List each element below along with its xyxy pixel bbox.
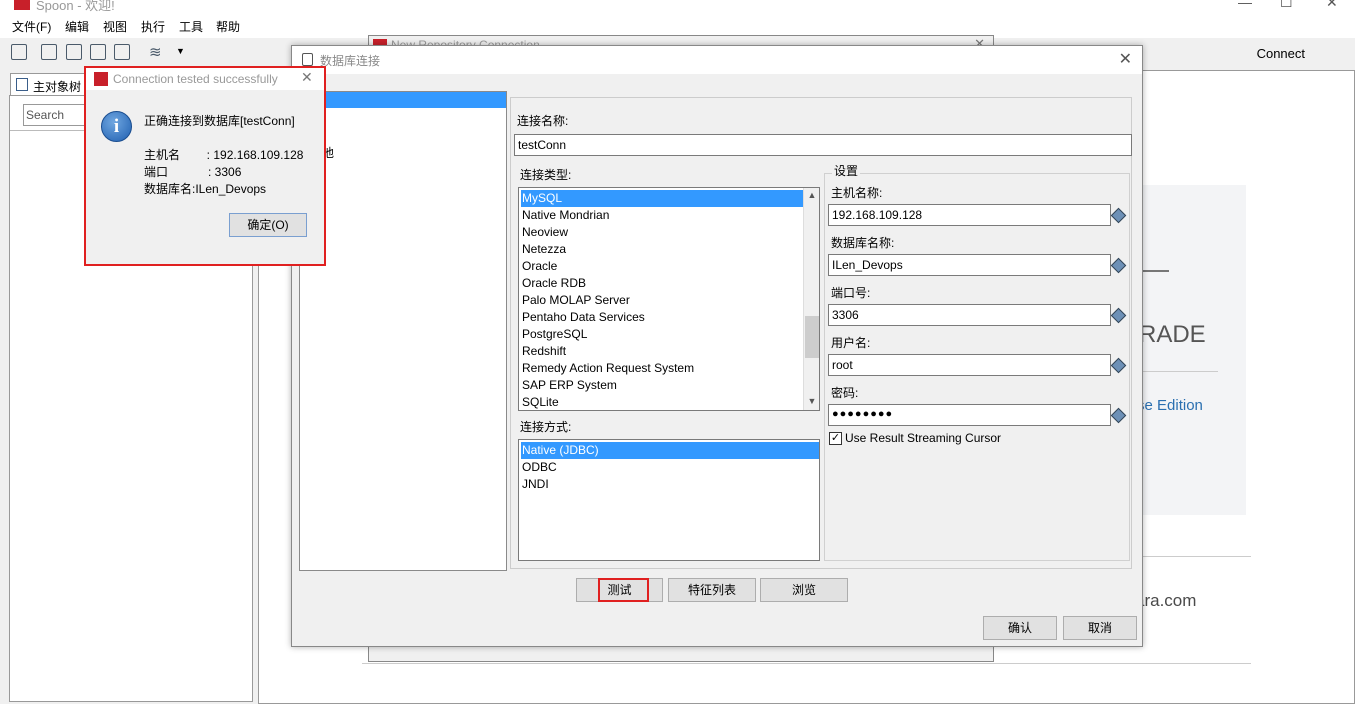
- layers-icon[interactable]: ≋: [149, 43, 162, 61]
- spoon-app-icon: [14, 0, 30, 10]
- maximize-icon[interactable]: ☐: [1280, 0, 1293, 11]
- app-title: Spoon - 欢迎!: [36, 0, 115, 13]
- list-item[interactable]: MySQL: [521, 190, 803, 207]
- dbname-input[interactable]: ILen_Devops: [828, 254, 1111, 276]
- user-input[interactable]: root: [828, 354, 1111, 376]
- explore-button[interactable]: 浏览: [760, 578, 848, 602]
- menu-help[interactable]: 帮助: [216, 18, 240, 35]
- password-label: 密码:: [831, 386, 859, 400]
- connect-button[interactable]: Connect: [1257, 46, 1305, 61]
- database-icon: [302, 53, 313, 66]
- user-label: 用户名:: [831, 336, 871, 350]
- app-titlebar: Spoon - 欢迎! — ☐ ✕: [0, 0, 1355, 16]
- divider: [362, 663, 1251, 664]
- list-item[interactable]: Native Mondrian: [522, 207, 609, 224]
- explore-repo-icon[interactable]: [66, 44, 82, 60]
- highlight-box: [84, 66, 326, 266]
- menu-edit[interactable]: 编辑: [65, 18, 89, 35]
- list-item[interactable]: Redshift: [522, 343, 566, 360]
- conn-name-input[interactable]: testConn: [514, 134, 1132, 156]
- streaming-label: Use Result Streaming Cursor: [845, 431, 1002, 445]
- menu-tools[interactable]: 工具: [179, 18, 203, 35]
- cancel-button[interactable]: 取消: [1063, 616, 1137, 640]
- welcome-upgrade-text: RADE: [1139, 321, 1206, 348]
- tab-label: 主对象树: [33, 80, 82, 94]
- conn-name-label: 连接名称:: [517, 114, 569, 128]
- host-input[interactable]: 192.168.109.128: [828, 204, 1111, 226]
- tab-main-object-tree[interactable]: 主对象树: [10, 73, 90, 95]
- chevron-down-icon[interactable]: ▼: [176, 46, 185, 56]
- menu-run[interactable]: 执行: [141, 18, 165, 35]
- minimize-icon[interactable]: —: [1238, 0, 1252, 10]
- save-as-icon[interactable]: [114, 44, 130, 60]
- scrollbar[interactable]: ▲ ▼: [803, 188, 819, 410]
- list-item[interactable]: Palo MOLAP Server: [522, 292, 630, 309]
- list-item[interactable]: Netezza: [522, 241, 566, 258]
- welcome-site-link[interactable]: ara.com: [1135, 591, 1196, 611]
- streaming-checkbox[interactable]: ✓: [829, 432, 842, 445]
- password-input[interactable]: ●●●●●●●●: [828, 404, 1111, 426]
- chevron-up-icon[interactable]: ▲: [804, 190, 819, 200]
- scrollbar-thumb[interactable]: [805, 316, 819, 358]
- close-icon[interactable]: ✕: [1326, 0, 1338, 11]
- list-item[interactable]: Pentaho Data Services: [522, 309, 645, 326]
- conn-type-label: 连接类型:: [520, 168, 572, 182]
- dialog-title: 数据库连接: [320, 54, 381, 68]
- dialog-titlebar: 数据库连接 ✕: [292, 46, 1142, 74]
- list-item[interactable]: PostgreSQL: [522, 326, 587, 343]
- connection-category-list[interactable]: [299, 91, 507, 571]
- list-item[interactable]: Native (JDBC): [521, 442, 819, 459]
- tree-icon: [16, 78, 28, 91]
- list-item[interactable]: Remedy Action Request System: [522, 360, 694, 377]
- list-item[interactable]: SQLite: [522, 394, 559, 410]
- list-item[interactable]: ODBC: [522, 459, 557, 476]
- dbname-label: 数据库名称:: [831, 236, 895, 250]
- ok-button[interactable]: 确认: [983, 616, 1057, 640]
- chevron-down-icon[interactable]: ▼: [804, 396, 819, 406]
- menu-file[interactable]: 文件(F): [12, 18, 51, 35]
- close-icon[interactable]: ✕: [1119, 49, 1132, 69]
- features-button[interactable]: 特征列表: [668, 578, 756, 602]
- list-item-selected[interactable]: [300, 92, 506, 108]
- list-item[interactable]: Neoview: [522, 224, 568, 241]
- list-item[interactable]: SAP ERP System: [522, 377, 617, 394]
- highlight-box: [598, 578, 649, 602]
- new-file-icon[interactable]: [11, 44, 27, 60]
- list-item[interactable]: JNDI: [522, 476, 549, 493]
- database-connection-dialog: 数据库连接 ✕ 池 连接名称: testConn 连接类型: MySQL Nat…: [291, 45, 1143, 647]
- welcome-edition-link[interactable]: se Edition: [1137, 397, 1203, 414]
- access-label: 连接方式:: [520, 420, 572, 434]
- menu-view[interactable]: 视图: [103, 18, 127, 35]
- port-input[interactable]: 3306: [828, 304, 1111, 326]
- save-icon[interactable]: [90, 44, 106, 60]
- access-type-list[interactable]: Native (JDBC) ODBC JNDI: [518, 439, 820, 561]
- list-item[interactable]: Oracle: [522, 258, 557, 275]
- open-folder-icon[interactable]: [41, 44, 57, 60]
- list-item[interactable]: Oracle RDB: [522, 275, 586, 292]
- host-label: 主机名称:: [831, 186, 883, 200]
- port-label: 端口号:: [831, 286, 871, 300]
- conn-type-list[interactable]: MySQL Native Mondrian Neoview Netezza Or…: [518, 187, 820, 411]
- settings-label: 设置: [832, 162, 861, 179]
